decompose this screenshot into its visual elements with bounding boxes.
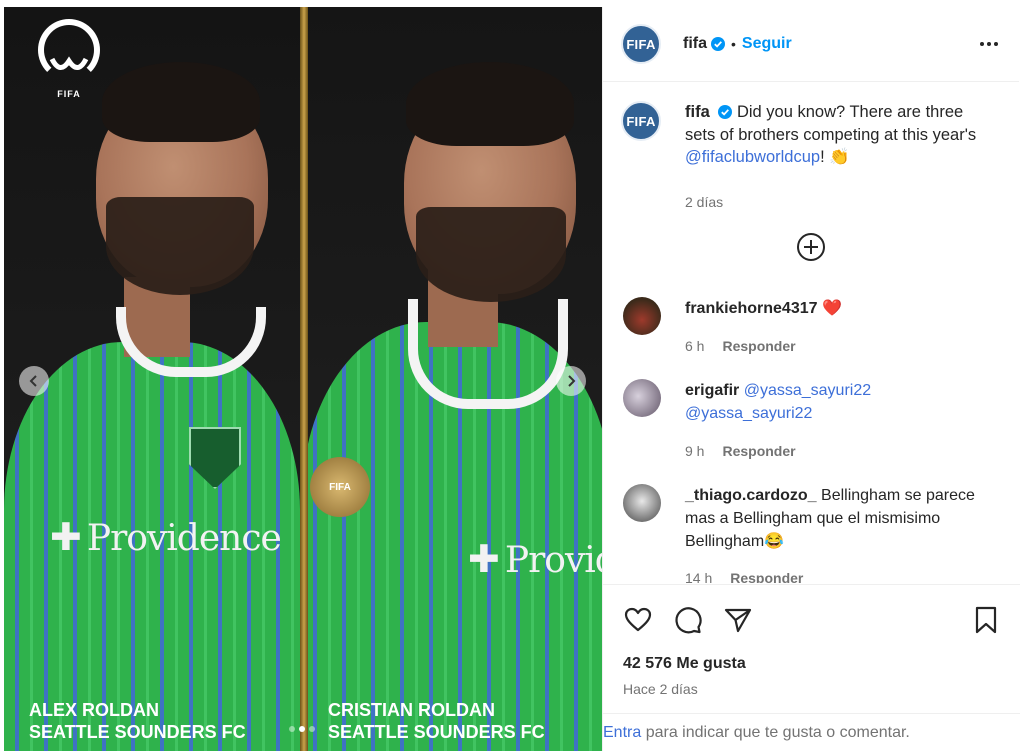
- comment-text: _thiago.cardozo_ Bellingham se parece ma…: [685, 484, 1005, 553]
- comment-time[interactable]: 14 h: [685, 570, 712, 583]
- comment-mention-link[interactable]: @yassa_sayuri22: [744, 382, 871, 399]
- player-hair: [102, 62, 260, 142]
- load-more-comments-button[interactable]: [796, 232, 826, 262]
- carousel-dot: [309, 726, 315, 732]
- carousel-indicator: [289, 726, 315, 732]
- post-media[interactable]: ✚ Providence FIFA ALEX ROLDAN SEATTLE SOU…: [4, 7, 602, 751]
- fifa-wordmark: FIFA: [57, 89, 81, 99]
- plus-circle-icon: [797, 233, 825, 261]
- commenter-avatar[interactable]: [623, 484, 661, 522]
- comment-time[interactable]: 6 h: [685, 338, 704, 354]
- comment-bubble-icon: [675, 607, 702, 634]
- author-avatar[interactable]: FIFA: [621, 24, 661, 64]
- player-team: SEATTLE SOUNDERS FC: [328, 722, 545, 742]
- more-dots-icon: [980, 42, 998, 46]
- caption-avatar[interactable]: FIFA: [621, 101, 661, 141]
- caption-body-end: ! 👏: [820, 148, 850, 166]
- chevron-left-icon: [29, 375, 37, 387]
- gold-divider: [300, 7, 308, 751]
- comment-meta: 14 h Responder: [685, 570, 803, 583]
- carousel-next-button[interactable]: [556, 366, 586, 396]
- caption-username[interactable]: fifa: [685, 103, 710, 121]
- commenter-username[interactable]: erigafir: [685, 382, 739, 399]
- follow-button[interactable]: Seguir: [742, 35, 792, 53]
- carousel-dot-active: [299, 726, 305, 732]
- paper-plane-icon: [724, 608, 752, 633]
- chevron-right-icon: [568, 375, 576, 387]
- caption-timestamp[interactable]: 2 días: [685, 194, 723, 210]
- author-username[interactable]: fifa: [683, 35, 707, 53]
- commenter-avatar[interactable]: [623, 379, 661, 417]
- action-bar: [603, 584, 1020, 643]
- player-name: CRISTIAN ROLDAN: [328, 700, 495, 720]
- reply-button[interactable]: Responder: [730, 570, 803, 583]
- comment-time[interactable]: 9 h: [685, 443, 704, 459]
- reply-button[interactable]: Responder: [722, 443, 795, 459]
- heart-icon: [624, 607, 652, 632]
- comment-composer: Entra para indicar que te gusta o coment…: [603, 713, 1020, 751]
- player-caption-left: ALEX ROLDAN SEATTLE SOUNDERS FC: [29, 699, 246, 743]
- post-header: FIFA fifa • Seguir: [603, 7, 1019, 82]
- player-caption-right: CRISTIAN ROLDAN SEATTLE SOUNDERS FC: [328, 699, 545, 743]
- club-world-cup-logo: FIFA: [30, 19, 108, 101]
- sponsor-logo: ✚Provide: [468, 537, 602, 581]
- comment-meta: 6 h Responder: [685, 338, 796, 354]
- comment-content: ❤️: [817, 300, 842, 317]
- more-options-button[interactable]: [977, 32, 1001, 56]
- caption-text: fifa Did you know? There are three sets …: [685, 101, 995, 169]
- comment-text: erigafir @yassa_sayuri22 @yassa_sayuri22: [685, 379, 1005, 425]
- login-link[interactable]: Entra: [603, 724, 641, 741]
- caption-mention-link[interactable]: @fifaclubworldcup: [685, 148, 820, 166]
- post-side-panel: FIFA fifa • Seguir FIFA fifa Did you kno…: [602, 7, 1020, 751]
- commenter-avatar[interactable]: [623, 297, 661, 335]
- player-team: SEATTLE SOUNDERS FC: [29, 722, 246, 742]
- carousel-dot: [289, 726, 295, 732]
- comment-mention-link[interactable]: @yassa_sayuri22: [685, 405, 812, 422]
- player-beard: [416, 207, 566, 302]
- share-button[interactable]: [723, 605, 753, 635]
- club-world-cup-patch: FIFA: [310, 457, 370, 517]
- comments-section[interactable]: FIFA fifa Did you know? There are three …: [603, 83, 1020, 583]
- jersey-collar: [408, 299, 568, 409]
- comment-meta: 9 h Responder: [685, 443, 796, 459]
- composer-prompt: para indicar que te gusta o comentar.: [641, 724, 910, 741]
- reply-button[interactable]: Responder: [722, 338, 795, 354]
- player-name: ALEX ROLDAN: [29, 700, 159, 720]
- like-count[interactable]: 42 576 Me gusta: [623, 655, 746, 673]
- player-beard: [106, 197, 254, 295]
- verified-badge-icon: [711, 37, 725, 51]
- sponsor-logo: ✚ Providence: [50, 515, 282, 559]
- post-date[interactable]: Hace 2 días: [623, 681, 698, 697]
- save-button[interactable]: [971, 605, 1001, 635]
- verified-badge-icon: [718, 105, 733, 119]
- player-hair: [406, 62, 574, 146]
- comment-button[interactable]: [673, 605, 703, 635]
- commenter-username[interactable]: _thiago.cardozo_: [685, 487, 817, 504]
- bookmark-icon: [975, 606, 997, 634]
- separator-dot: •: [731, 36, 736, 52]
- commenter-username[interactable]: frankiehorne4317: [685, 300, 818, 317]
- carousel-prev-button[interactable]: [19, 366, 49, 396]
- like-button[interactable]: [623, 605, 653, 635]
- comment-text: frankiehorne4317 ❤️: [685, 297, 1005, 320]
